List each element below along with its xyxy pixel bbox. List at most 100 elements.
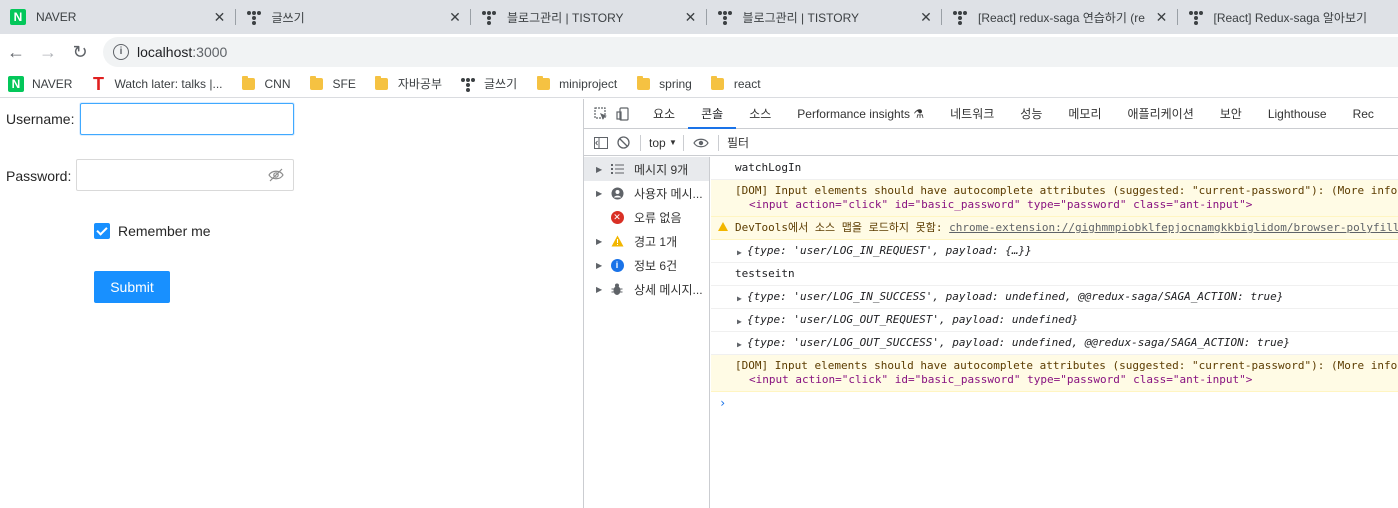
tab-memory[interactable]: 메모리	[1055, 99, 1114, 129]
url-host: localhost	[137, 44, 193, 60]
folder-icon	[309, 75, 325, 92]
filter-input[interactable]: 필터	[727, 134, 749, 151]
tab-blog-admin-2[interactable]: 블로그관리 | TISTORY ✕	[707, 0, 942, 34]
warning-icon	[718, 222, 728, 231]
tab-title: 글쓰기	[271, 10, 305, 25]
console-message-object[interactable]: ▶ {type: 'user/LOG_IN_SUCCESS', payload:…	[711, 286, 1398, 309]
tistory-icon	[1188, 9, 1204, 25]
tab-title: [React] Redux-saga 알아보기	[1213, 10, 1368, 25]
tab-naver[interactable]: N NAVER ✕	[0, 0, 236, 34]
separator	[717, 134, 719, 151]
sidebar-item-errors[interactable]: ✕ 오류 없음	[584, 205, 709, 229]
tab-title: [React] redux-saga 연습하기 (re	[978, 10, 1145, 25]
sidebar-item-label: 상세 메시지...	[634, 282, 703, 297]
bookmark-watch-later[interactable]: T Watch later: talks |...	[90, 75, 223, 93]
tab-application[interactable]: 애플리케이션	[1115, 99, 1207, 129]
bookmark-java-study[interactable]: 자바공부	[374, 75, 442, 92]
tab-redux-saga-practice[interactable]: [React] redux-saga 연습하기 (re ✕	[942, 0, 1178, 34]
device-toolbar-icon[interactable]	[612, 99, 634, 129]
bookmarks-bar: N NAVER T Watch later: talks |... CNN SFE …	[0, 70, 1398, 98]
close-icon[interactable]: ✕	[212, 9, 228, 25]
info-icon[interactable]: i	[113, 44, 129, 60]
console-message-object[interactable]: ▶ {type: 'user/LOG_OUT_SUCCESS', payload…	[711, 332, 1398, 355]
dropdown-arrow-icon: ▼	[669, 138, 677, 147]
tistory-icon	[246, 9, 262, 25]
clear-console-icon[interactable]	[612, 130, 634, 156]
tab-redux-saga-intro[interactable]: [React] Redux-saga 알아보기	[1178, 0, 1398, 34]
bookmark-label: SFE	[332, 76, 356, 91]
tab-elements[interactable]: 요소	[640, 99, 688, 129]
inspect-element-icon[interactable]	[590, 99, 612, 129]
bookmark-spring[interactable]: spring	[635, 75, 692, 92]
close-icon[interactable]: ✕	[447, 9, 463, 25]
tistory-icon	[717, 9, 733, 25]
expand-arrow-icon[interactable]: ▶	[737, 292, 742, 306]
bookmark-cnn[interactable]: CNN	[241, 75, 291, 92]
sidebar-item-label: 경고 1개	[634, 234, 678, 249]
prompt-chevron-icon: ›	[719, 396, 727, 410]
address-bar[interactable]: i localhost:3000	[103, 37, 1398, 67]
bookmark-miniproject[interactable]: miniproject	[535, 75, 617, 92]
bookmark-naver[interactable]: N NAVER	[8, 75, 72, 92]
tab-security[interactable]: 보안	[1207, 99, 1255, 129]
username-input[interactable]	[80, 103, 294, 135]
remember-label[interactable]: Remember me	[118, 223, 211, 239]
tistory-icon	[460, 76, 476, 92]
folder-icon	[374, 75, 390, 92]
sidebar-item-label: 사용자 메시...	[634, 186, 703, 201]
context-label: top	[649, 135, 666, 150]
console-filter-bar: top ▼ 필터	[584, 130, 1398, 156]
source-map-link[interactable]: chrome-extension://gighmmpiobklfepjocnam…	[949, 221, 1398, 234]
tab-console[interactable]: 콘솔	[688, 99, 737, 129]
console-prompt[interactable]: ›	[711, 392, 1398, 414]
tab-lighthouse[interactable]: Lighthouse	[1255, 99, 1340, 129]
tab-title: 블로그관리 | TISTORY	[507, 10, 624, 25]
sidebar-toggle-icon[interactable]	[590, 130, 612, 156]
console-output[interactable]: watchLogIn [DOM] Input elements should h…	[711, 157, 1398, 508]
url-port: :3000	[192, 44, 228, 60]
sidebar-item-info[interactable]: ▶ i 정보 6건	[584, 253, 709, 277]
tab-performance-insights[interactable]: Performance insights ⚗	[784, 99, 937, 129]
forward-arrow-icon[interactable]: →	[32, 36, 64, 68]
tab-blog-admin-1[interactable]: 블로그관리 | TISTORY ✕	[471, 0, 707, 34]
close-icon[interactable]: ✕	[683, 9, 699, 25]
eye-icon[interactable]	[690, 130, 712, 156]
tab-sources[interactable]: 소스	[736, 99, 784, 129]
bookmark-label: Watch later: talks |...	[114, 76, 223, 91]
remember-checkbox[interactable]	[94, 223, 110, 239]
sidebar-item-warnings[interactable]: ▶ 경고 1개	[584, 229, 709, 253]
password-input[interactable]	[76, 159, 294, 191]
expand-arrow-icon[interactable]: ▶	[737, 246, 742, 260]
tab-network[interactable]: 네트워크	[937, 99, 1007, 129]
sidebar-item-verbose[interactable]: ▶ 상세 메시지...	[584, 277, 709, 301]
user-icon	[610, 186, 624, 200]
devtools-panel: 요소 콘솔 소스 Performance insights ⚗ 네트워크 성능 …	[583, 99, 1398, 508]
tab-recorder[interactable]: Rec	[1340, 99, 1374, 129]
close-icon[interactable]: ✕	[1154, 9, 1170, 25]
sidebar-item-label: 정보 6건	[634, 258, 678, 273]
console-message-object[interactable]: ▶ {type: 'user/LOG_IN_REQUEST', payload:…	[711, 240, 1398, 263]
expand-arrow-icon[interactable]: ▶	[737, 315, 742, 329]
expand-arrow-icon: ▶	[596, 236, 603, 246]
submit-button[interactable]: Submit	[94, 271, 170, 303]
close-icon[interactable]: ✕	[918, 9, 934, 25]
bookmark-write[interactable]: 글쓰기	[460, 75, 517, 92]
context-selector[interactable]: top ▼	[649, 136, 677, 150]
sidebar-item-user-messages[interactable]: ▶ 사용자 메시...	[584, 181, 709, 205]
expand-arrow-icon[interactable]: ▶	[737, 338, 742, 352]
bookmark-sfe[interactable]: SFE	[309, 75, 356, 92]
bookmark-label: spring	[659, 76, 692, 91]
eye-invisible-icon[interactable]	[268, 168, 284, 182]
console-message-object[interactable]: ▶ {type: 'user/LOG_OUT_REQUEST', payload…	[711, 309, 1398, 332]
tab-write[interactable]: 글쓰기 ✕	[236, 0, 471, 34]
tab-strip: N NAVER ✕ 글쓰기 ✕ 블로그관리 | TISTORY ✕ 블로그관리 …	[0, 0, 1398, 34]
tistory-icon	[952, 9, 968, 25]
error-icon: ✕	[610, 210, 624, 224]
tab-performance[interactable]: 성능	[1007, 99, 1055, 129]
folder-icon	[635, 75, 651, 92]
sidebar-item-messages[interactable]: ▶ 메시지 9개	[584, 157, 709, 181]
bookmark-react[interactable]: react	[710, 75, 761, 92]
reload-icon[interactable]: ↻	[64, 36, 96, 68]
back-arrow-icon[interactable]: ←	[0, 36, 32, 68]
folder-icon	[710, 75, 726, 92]
